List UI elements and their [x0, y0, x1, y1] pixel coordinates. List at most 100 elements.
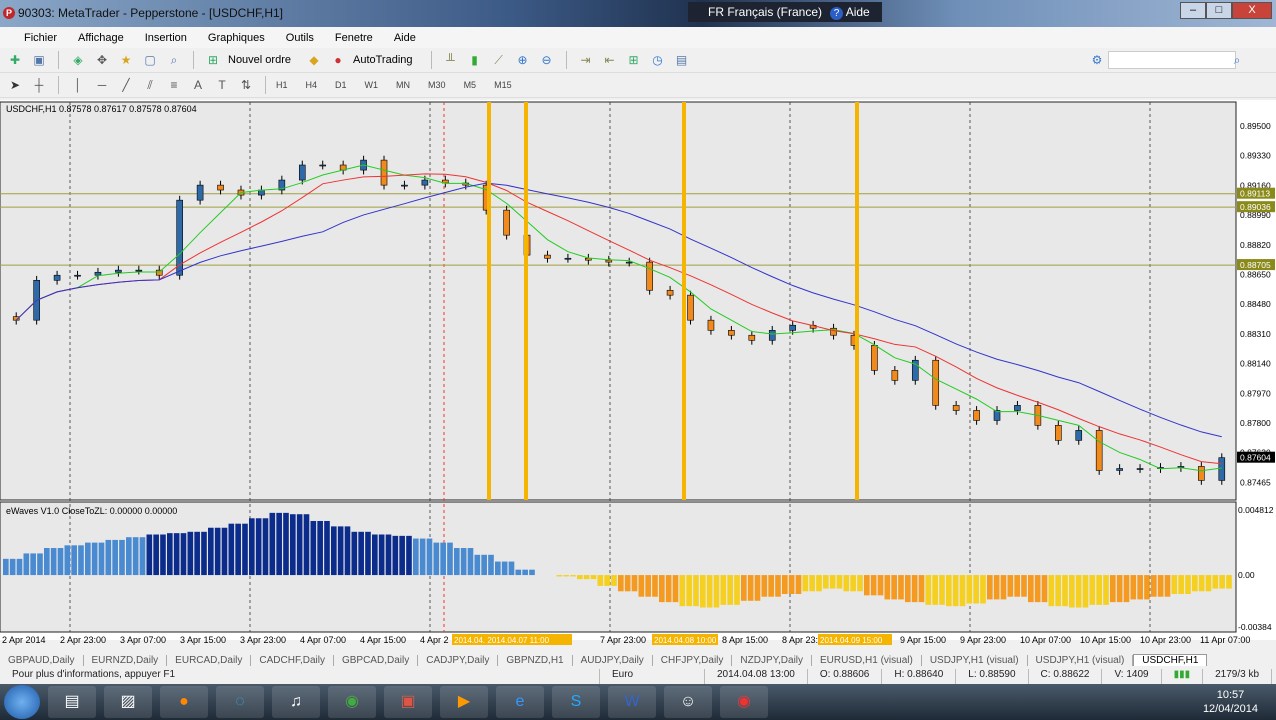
histogram-bar — [1151, 575, 1157, 597]
firefox-icon[interactable]: ● — [160, 686, 208, 718]
histogram-bar — [823, 575, 829, 589]
menu-fichier[interactable]: Fichier — [24, 32, 66, 44]
chart-tab[interactable]: EURCAD,Daily — [167, 654, 252, 666]
timeframe-m15[interactable]: M15 — [494, 80, 512, 90]
autoscroll-icon[interactable]: ⇥ — [577, 52, 595, 68]
powerpoint-icon[interactable]: ▣ — [384, 686, 432, 718]
arrows-icon[interactable]: ⇅ — [237, 77, 255, 93]
close-button[interactable]: X — [1232, 2, 1272, 19]
settings-gear-icon[interactable]: ⚙ — [1088, 52, 1106, 68]
histogram-bar — [884, 575, 891, 600]
timeframe-m30[interactable]: M30 — [428, 80, 446, 90]
histogram-bar — [1164, 575, 1171, 597]
price-pane[interactable] — [0, 101, 1237, 501]
strategy-tester-icon[interactable]: ⌕ — [165, 52, 183, 68]
text-label-icon[interactable]: T — [213, 77, 231, 93]
timeframe-w1[interactable]: W1 — [365, 80, 379, 90]
chart-tab[interactable]: CADJPY,Daily — [418, 654, 499, 666]
fibonacci-icon[interactable]: ≡ — [165, 77, 183, 93]
histogram-bar — [946, 575, 952, 607]
menu-aide[interactable]: Aide — [394, 32, 425, 44]
contacts-icon[interactable]: ☺ — [664, 686, 712, 718]
histogram-bar — [788, 575, 795, 595]
profiles-icon[interactable]: ▣ — [30, 52, 48, 68]
periods-icon[interactable]: ◷ — [649, 52, 667, 68]
search-icon[interactable]: ⌕ — [1228, 52, 1246, 68]
line-chart-icon[interactable]: ⟋ — [490, 52, 508, 68]
trendline-icon[interactable]: ╱ — [117, 77, 135, 93]
histogram-bar — [71, 545, 77, 576]
chart-tab[interactable]: EURNZD,Daily — [84, 654, 168, 666]
new-order-button[interactable]: Nouvel ordre — [228, 54, 291, 66]
menu-affichage[interactable]: Affichage — [78, 32, 133, 44]
cursor-icon[interactable]: ➤ — [6, 77, 24, 93]
menu-fenetre[interactable]: Fenetre — [335, 32, 382, 44]
chart-tab[interactable]: EURUSD,H1 (visual) — [812, 654, 922, 666]
chart-tab[interactable]: AUDJPY,Daily — [573, 654, 653, 666]
chart-tab[interactable]: USDJPY,H1 (visual) — [1028, 654, 1134, 666]
horizontal-line-icon[interactable]: ─ — [93, 77, 111, 93]
new-chart-icon[interactable]: ✚ — [6, 52, 24, 68]
crosshair-icon[interactable]: ┼ — [30, 77, 48, 93]
maximize-button[interactable]: □ — [1206, 2, 1232, 19]
recorder-icon[interactable]: ◉ — [720, 686, 768, 718]
media-icon[interactable]: ♫ — [272, 686, 320, 718]
bar-chart-icon[interactable]: ╨ — [442, 52, 460, 68]
media-player-icon[interactable]: ▶ — [440, 686, 488, 718]
price-chart[interactable]: 0.895000.893300.891600.889900.888200.886… — [0, 100, 1276, 651]
text-icon[interactable]: A — [189, 77, 207, 93]
vertical-line-icon[interactable]: │ — [69, 77, 87, 93]
chart-tab[interactable]: GBPCAD,Daily — [334, 654, 419, 666]
sync-icon[interactable]: ◌ — [216, 686, 264, 718]
word-icon[interactable]: W — [608, 686, 656, 718]
chart-tab[interactable]: GBPAUD,Daily — [0, 654, 84, 666]
histogram-bar — [727, 575, 733, 605]
histogram-bar — [618, 575, 624, 592]
menu-insertion[interactable]: Insertion — [145, 32, 196, 44]
chrome-icon[interactable]: ◉ — [328, 686, 376, 718]
zoom-in-icon[interactable]: ⊕ — [514, 52, 532, 68]
help-label[interactable]: Aide — [846, 5, 870, 19]
histogram-bar — [700, 575, 706, 608]
chart-tab[interactable]: NZDJPY,Daily — [732, 654, 813, 666]
timeframe-d1[interactable]: D1 — [335, 80, 347, 90]
photos-icon[interactable]: ▨ — [104, 686, 152, 718]
timeframe-mn[interactable]: MN — [396, 80, 410, 90]
candlestick-icon[interactable]: ▮ — [466, 52, 484, 68]
metaeditor-icon[interactable]: ◆ — [305, 52, 323, 68]
templates-icon[interactable]: ▤ — [673, 52, 691, 68]
language-bar[interactable]: FR Français (France)? Aide — [688, 2, 882, 22]
explorer-icon[interactable]: ▤ — [48, 686, 96, 718]
navigator-icon[interactable]: ★ — [117, 52, 135, 68]
candle-body — [1218, 457, 1226, 481]
terminal-icon[interactable]: ▢ — [141, 52, 159, 68]
autotrading-button[interactable]: AutoTrading — [353, 54, 413, 66]
chart-tab[interactable]: GBPNZD,H1 — [498, 654, 573, 666]
channel-icon[interactable]: ⫽ — [141, 77, 159, 93]
timeframe-h1[interactable]: H1 — [276, 80, 288, 90]
skype-icon[interactable]: S — [552, 686, 600, 718]
menu-outils[interactable]: Outils — [286, 32, 323, 44]
market-watch-icon[interactable]: ◈ — [69, 52, 87, 68]
data-window-icon[interactable]: ✥ — [93, 52, 111, 68]
chart-shift-icon[interactable]: ⇤ — [601, 52, 619, 68]
internet-explorer-icon[interactable]: e — [496, 686, 544, 718]
chart-tab[interactable]: CADCHF,Daily — [251, 654, 334, 666]
minimize-button[interactable]: – — [1180, 2, 1206, 19]
chart-tab[interactable]: CHFJPY,Daily — [653, 654, 733, 666]
search-input[interactable] — [1108, 51, 1236, 69]
autotrading-icon[interactable]: ● — [329, 52, 347, 68]
histogram-bar — [194, 531, 200, 576]
chart-tab[interactable]: USDCHF,H1 — [1133, 654, 1208, 666]
histogram-bar — [1028, 575, 1034, 603]
chart-window[interactable]: 0.89500 0.89330 0.89160 0.88990 0.88820 0.886… — [0, 100, 1276, 645]
timeframe-m5[interactable]: M5 — [464, 80, 477, 90]
indicators-icon[interactable]: ⊞ — [625, 52, 643, 68]
candle-body — [973, 410, 980, 421]
menu-graphiques[interactable]: Graphiques — [208, 32, 274, 44]
new-order-icon[interactable]: ⊞ — [204, 52, 222, 68]
zoom-out-icon[interactable]: ⊖ — [538, 52, 556, 68]
chart-tab[interactable]: USDJPY,H1 (visual) — [922, 654, 1028, 666]
start-button[interactable] — [4, 685, 40, 719]
timeframe-h4[interactable]: H4 — [306, 80, 318, 90]
